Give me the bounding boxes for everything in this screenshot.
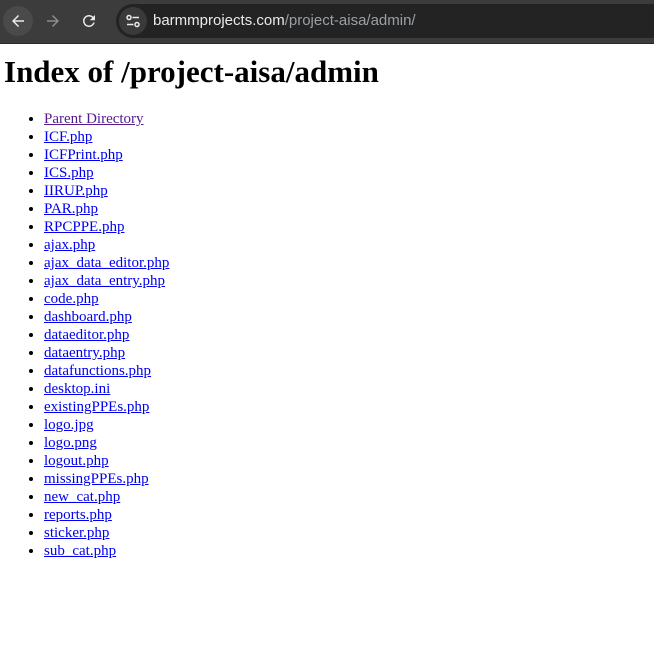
file-link[interactable]: PAR.php <box>44 201 98 217</box>
url-domain: barmmprojects.com <box>153 12 285 29</box>
list-item: logo.jpg <box>44 416 169 434</box>
list-item: ajax_data_editor.php <box>44 254 169 272</box>
page-content: Index of /project-aisa/admin Parent Dire… <box>0 44 654 653</box>
file-link[interactable]: RPCPPE.php <box>44 219 124 235</box>
file-link[interactable]: sub_cat.php <box>44 543 116 559</box>
arrow-right-icon <box>47 15 59 27</box>
file-link[interactable]: logout.php <box>44 453 109 469</box>
file-link[interactable]: desktop.ini <box>44 381 110 397</box>
list-item: ICFPrint.php <box>44 146 169 164</box>
list-item: desktop.ini <box>44 380 169 398</box>
list-item: ajax.php <box>44 236 169 254</box>
file-link[interactable]: ajax_data_entry.php <box>44 273 165 289</box>
forward-button[interactable] <box>38 6 68 36</box>
page-title: Index of /project-aisa/admin <box>4 54 379 89</box>
file-link[interactable]: dataeditor.php <box>44 327 129 343</box>
list-item: dataentry.php <box>44 344 169 362</box>
list-item: IIRUP.php <box>44 182 169 200</box>
list-item: PAR.php <box>44 200 169 218</box>
back-button[interactable] <box>3 6 33 36</box>
file-link[interactable]: existingPPEs.php <box>44 399 149 415</box>
list-item: logout.php <box>44 452 169 470</box>
list-item: sub_cat.php <box>44 542 169 560</box>
directory-listing: Parent Directory ICF.php ICFPrint.php IC… <box>0 110 169 560</box>
url-text[interactable]: barmmprojects.com/project-aisa/admin/ <box>153 12 416 30</box>
file-link[interactable]: IIRUP.php <box>44 183 108 199</box>
list-item: missingPPEs.php <box>44 470 169 488</box>
list-item: RPCPPE.php <box>44 218 169 236</box>
file-link[interactable]: sticker.php <box>44 525 109 541</box>
file-link[interactable]: datafunctions.php <box>44 363 151 379</box>
browser-toolbar: barmmprojects.com/project-aisa/admin/ <box>0 0 654 44</box>
list-item: ajax_data_entry.php <box>44 272 169 290</box>
url-path: /project-aisa/admin/ <box>284 12 416 29</box>
list-item: logo.png <box>44 434 169 452</box>
reload-icon <box>82 14 95 27</box>
list-item: ICF.php <box>44 128 169 146</box>
file-link[interactable]: logo.png <box>44 435 97 451</box>
file-link[interactable]: code.php <box>44 291 99 307</box>
file-link[interactable]: dataentry.php <box>44 345 125 361</box>
list-item: Parent Directory <box>44 110 169 128</box>
list-item: sticker.php <box>44 524 169 542</box>
file-link[interactable]: ICFPrint.php <box>44 147 123 163</box>
file-link[interactable]: ajax.php <box>44 237 95 253</box>
site-info-button[interactable] <box>119 7 147 35</box>
file-link[interactable]: new_cat.php <box>44 489 120 505</box>
arrow-left-icon <box>12 15 24 27</box>
list-item: ICS.php <box>44 164 169 182</box>
file-link[interactable]: logo.jpg <box>44 417 94 433</box>
list-item: datafunctions.php <box>44 362 169 380</box>
list-item: dashboard.php <box>44 308 169 326</box>
file-link[interactable]: missingPPEs.php <box>44 471 149 487</box>
file-link[interactable]: dashboard.php <box>44 309 132 325</box>
file-link[interactable]: ICS.php <box>44 165 94 181</box>
list-item: dataeditor.php <box>44 326 169 344</box>
list-item: reports.php <box>44 506 169 524</box>
list-item: existingPPEs.php <box>44 398 169 416</box>
address-bar[interactable]: barmmprojects.com/project-aisa/admin/ <box>116 4 654 38</box>
parent-directory-link[interactable]: Parent Directory <box>44 111 144 127</box>
tune-icon <box>126 14 140 28</box>
list-item: code.php <box>44 290 169 308</box>
reload-button[interactable] <box>74 6 104 36</box>
file-link[interactable]: ajax_data_editor.php <box>44 255 169 271</box>
file-link[interactable]: ICF.php <box>44 129 92 145</box>
list-item: new_cat.php <box>44 488 169 506</box>
file-link[interactable]: reports.php <box>44 507 112 523</box>
